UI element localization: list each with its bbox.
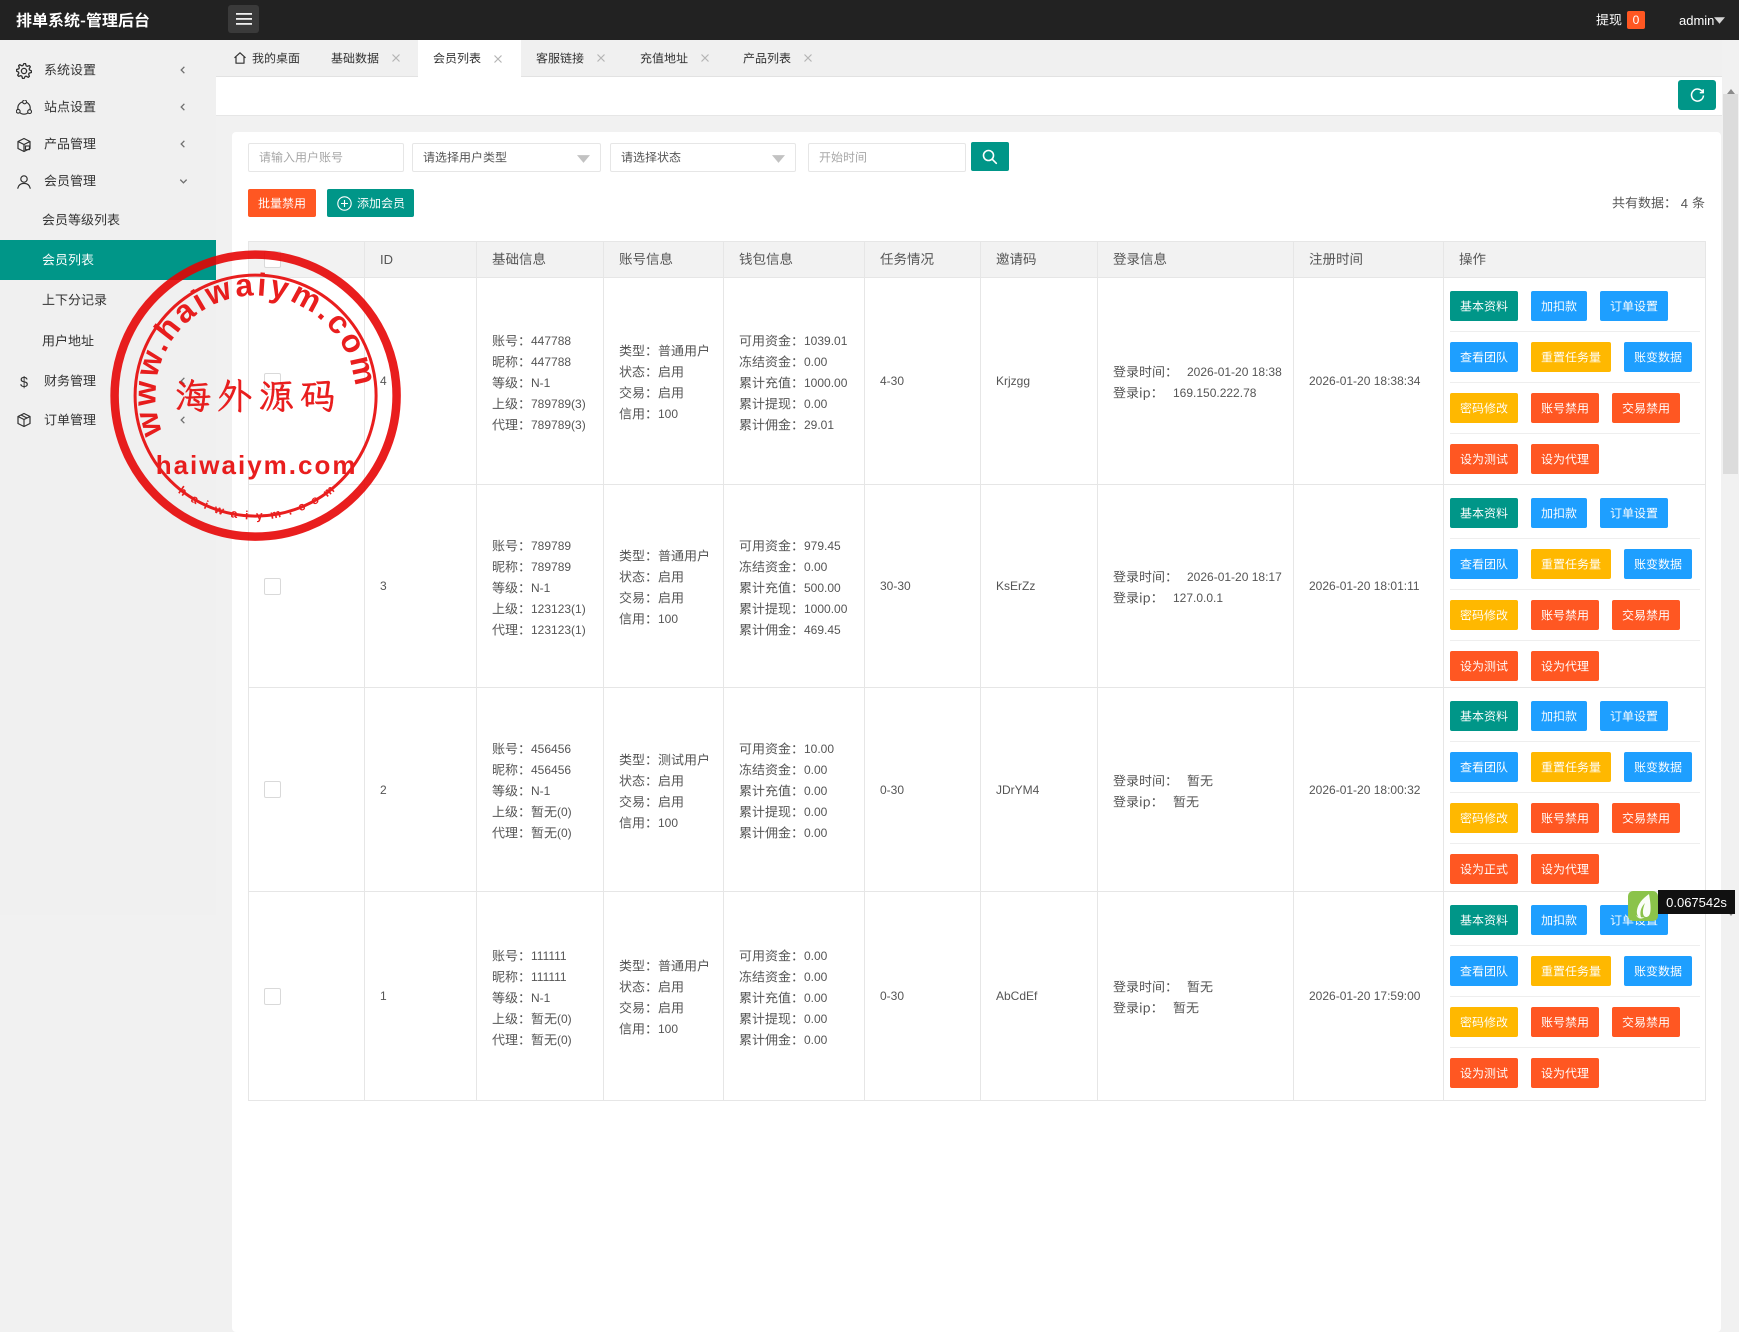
svg-text:haiwaiym.com: haiwaiym.com xyxy=(176,477,343,523)
svg-text:$: $ xyxy=(20,375,28,390)
svg-text:haiwaiym.com: haiwaiym.com xyxy=(156,450,358,480)
